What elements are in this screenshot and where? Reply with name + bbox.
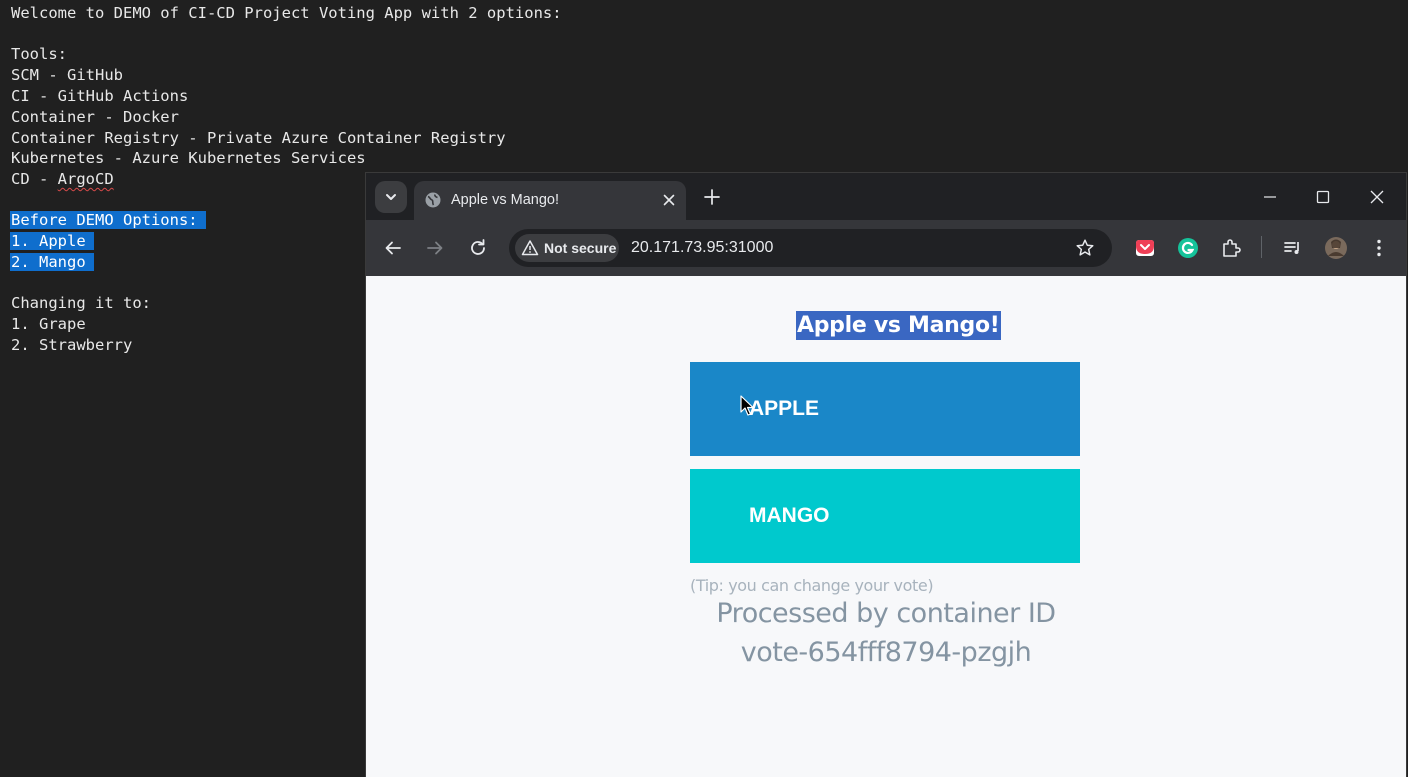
profile-avatar-icon[interactable] (1324, 236, 1348, 260)
selected-text: 1. Apple (10, 232, 94, 250)
editor-line-before: Before DEMO Options: (10, 210, 206, 230)
grammarly-extension-icon[interactable] (1176, 236, 1200, 260)
close-tab-icon[interactable] (659, 190, 679, 210)
browser-window: Apple vs Mango! Not secure 20.171.73.95:… (366, 173, 1406, 777)
tab-title: Apple vs Mango! (451, 192, 560, 208)
extensions-puzzle-icon[interactable] (1219, 236, 1243, 260)
reload-icon[interactable] (466, 236, 490, 260)
editor-line-grape: 1. Grape (11, 315, 86, 333)
editor-line-apple: 1. Apple (10, 231, 94, 251)
mouse-cursor-icon (740, 395, 754, 416)
media-control-icon[interactable] (1281, 236, 1305, 260)
processed-label: Processed by container ID (716, 598, 1056, 629)
editor-line-cd: CD - ArgoCD (11, 169, 114, 189)
back-icon[interactable] (381, 236, 405, 260)
vote-mango-button[interactable]: MANGO (690, 469, 1080, 563)
container-info: Processed by container ID vote-654fff879… (366, 594, 1406, 672)
selected-text: Before DEMO Options: (10, 211, 206, 229)
spellcheck-word: ArgoCD (57, 170, 114, 188)
selected-text: 2. Mango (10, 253, 94, 271)
editor-line-mango: 2. Mango (10, 252, 94, 272)
warning-icon (521, 240, 539, 256)
tab-list-button[interactable] (375, 181, 407, 213)
minimize-icon[interactable] (1258, 185, 1282, 209)
url-text: 20.171.73.95:31000 (631, 239, 774, 256)
maximize-icon[interactable] (1311, 185, 1335, 209)
bookmark-star-icon[interactable] (1074, 237, 1096, 259)
editor-line-container: Container - Docker (11, 108, 179, 126)
editor-line-kubernetes: Kubernetes - Azure Kubernetes Services (11, 149, 366, 167)
toolbar-separator (1261, 236, 1262, 258)
container-id: vote-654fff8794-pzgjh (740, 637, 1032, 668)
tab-strip: Apple vs Mango! (366, 173, 1406, 220)
browser-tab[interactable]: Apple vs Mango! (414, 181, 686, 220)
page-title: Apple vs Mango! (796, 311, 1001, 340)
forward-icon[interactable] (423, 236, 447, 260)
tip-text: (Tip: you can change your vote) (690, 576, 934, 595)
editor-line-ci: CI - GitHub Actions (11, 87, 189, 105)
security-chip[interactable]: Not secure (515, 234, 619, 262)
editor-cd-prefix: CD - (11, 170, 58, 188)
editor-line-tools: Tools: (11, 45, 67, 63)
pocket-extension-icon[interactable] (1133, 236, 1157, 260)
editor-line-strawberry: 2. Strawberry (11, 336, 133, 354)
editor-line-registry: Container Registry - Private Azure Conta… (11, 129, 506, 147)
new-tab-icon[interactable] (702, 187, 722, 207)
editor-line-scm: SCM - GitHub (11, 66, 123, 84)
editor-line-changing: Changing it to: (11, 294, 151, 312)
security-label: Not secure (544, 240, 617, 256)
editor-line-welcome: Welcome to DEMO of CI-CD Project Voting … (11, 4, 562, 22)
address-bar[interactable]: Not secure 20.171.73.95:31000 (509, 229, 1112, 267)
browser-toolbar: Not secure 20.171.73.95:31000 (366, 220, 1406, 276)
globe-icon (425, 192, 441, 208)
close-window-icon[interactable] (1365, 185, 1389, 209)
tab-list-icon (386, 194, 396, 200)
menu-dots-icon[interactable] (1367, 236, 1391, 260)
web-page: Apple vs Mango! APPLE MANGO (Tip: you ca… (366, 276, 1406, 777)
